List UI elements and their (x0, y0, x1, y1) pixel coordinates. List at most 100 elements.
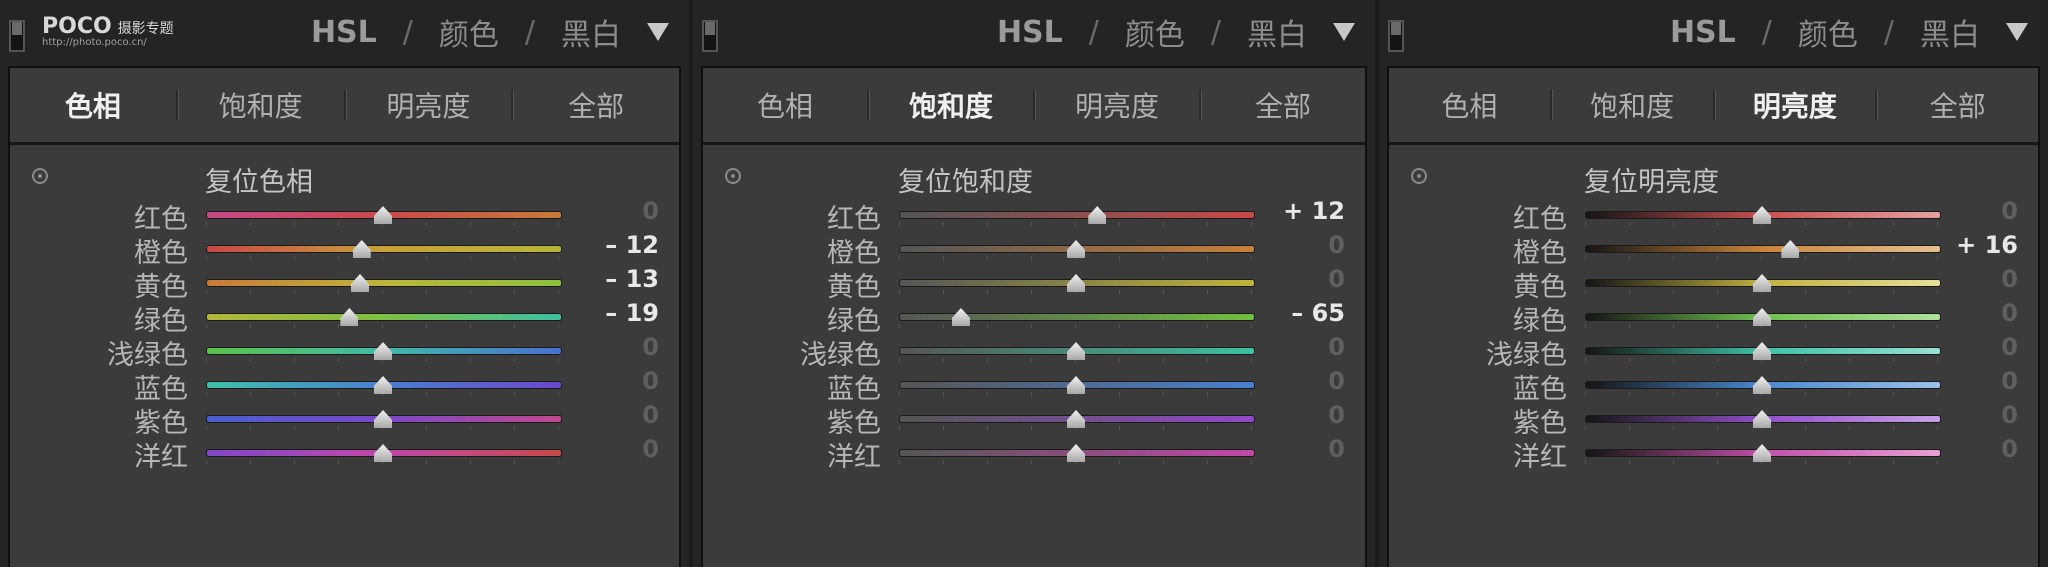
slider-thumb[interactable] (1781, 240, 1800, 258)
header-bw-tab[interactable]: 黑白 (561, 10, 621, 54)
slider-value[interactable]: 0 (2001, 197, 2018, 225)
panel-toggle[interactable] (9, 20, 25, 52)
slider-thumb[interactable] (1067, 274, 1085, 292)
hsl-panel: HSL / 颜色 / 黑白 色相 饱和度 明亮度 全部 复位饱和度 红色 + 12 橙色 0 黄色 0 绿色 – … (693, 0, 1375, 567)
slider-thumb[interactable] (1753, 444, 1771, 462)
sub-tab[interactable]: 明亮度 (1035, 85, 1199, 125)
header-color-tab[interactable]: 颜色 (1798, 10, 1858, 54)
slider-thumb[interactable] (1753, 206, 1771, 224)
slider-thumb[interactable] (1753, 410, 1771, 428)
slider-track[interactable] (1585, 245, 1941, 253)
sub-tab[interactable]: 饱和度 (178, 85, 344, 125)
slider-thumb[interactable] (1753, 376, 1771, 394)
header-separator: / (1088, 14, 1099, 50)
slider-row: 洋红 0 (703, 429, 1365, 473)
slider-value[interactable]: 0 (2001, 265, 2018, 293)
slider-thumb[interactable] (1753, 308, 1771, 326)
slider-thumb[interactable] (1067, 342, 1085, 360)
collapse-triangle-icon[interactable] (2006, 23, 2028, 41)
hsl-inner-panel: 色相 饱和度 明亮度 全部 复位色相 红色 0 橙色 – 12 黄色 – 13 绿色 – 19 浅绿色 0 蓝… (8, 66, 681, 567)
header-hsl-tab[interactable]: HSL (997, 15, 1063, 50)
panel-header: HSL / 颜色 / 黑白 (997, 10, 1355, 54)
sub-tab[interactable]: 色相 (1389, 85, 1550, 125)
slider-value[interactable]: 0 (2001, 401, 2018, 429)
slider-thumb[interactable] (1088, 206, 1107, 224)
slider-value[interactable]: + 16 (1956, 231, 2018, 259)
slider-thumb[interactable] (374, 206, 392, 224)
sub-tabs: 色相 饱和度 明亮度 全部 (703, 68, 1365, 145)
header-color-tab[interactable]: 颜色 (1125, 10, 1185, 54)
target-adjust-icon[interactable] (1411, 168, 1427, 184)
slider-value[interactable]: 0 (1328, 265, 1345, 293)
sub-tab[interactable]: 全部 (1877, 85, 2038, 125)
slider-thumb[interactable] (1753, 274, 1771, 292)
slider-thumb[interactable] (352, 240, 371, 258)
slider-track[interactable] (206, 313, 562, 321)
sub-tab[interactable]: 明亮度 (1715, 85, 1876, 125)
header-color-tab[interactable]: 颜色 (439, 10, 499, 54)
slider-value[interactable]: 0 (2001, 435, 2018, 463)
collapse-triangle-icon[interactable] (647, 23, 669, 41)
panel-toggle[interactable] (1388, 20, 1404, 52)
slider-thumb[interactable] (1067, 444, 1085, 462)
slider-value[interactable]: + 12 (1283, 197, 1345, 225)
target-adjust-icon[interactable] (725, 168, 741, 184)
slider-value[interactable]: 0 (1328, 231, 1345, 259)
slider-thumb[interactable] (350, 274, 369, 292)
slider-track[interactable] (206, 245, 562, 253)
slider-value[interactable]: 0 (1328, 435, 1345, 463)
collapse-triangle-icon[interactable] (1333, 23, 1355, 41)
slider-value[interactable]: 0 (1328, 401, 1345, 429)
header-bw-tab[interactable]: 黑白 (1920, 10, 1980, 54)
slider-value[interactable]: 0 (642, 197, 659, 225)
sub-tab[interactable]: 饱和度 (869, 85, 1033, 125)
slider-thumb[interactable] (1067, 376, 1085, 394)
slider-thumb[interactable] (374, 342, 392, 360)
slider-thumb[interactable] (374, 410, 392, 428)
slider-thumb[interactable] (374, 376, 392, 394)
sub-tab[interactable]: 色相 (10, 85, 176, 125)
watermark-url: http://photo.poco.cn/ (42, 37, 147, 48)
sub-tabs: 色相 饱和度 明亮度 全部 (1389, 68, 2038, 145)
slider-value[interactable]: – 13 (605, 265, 659, 293)
header-separator: / (1883, 14, 1894, 50)
sub-tab[interactable]: 全部 (1201, 85, 1365, 125)
header-hsl-tab[interactable]: HSL (311, 15, 377, 50)
slider-value[interactable]: 0 (2001, 299, 2018, 327)
slider-value[interactable]: 0 (2001, 367, 2018, 395)
panel-toggle[interactable] (702, 20, 718, 52)
slider-thumb[interactable] (374, 444, 392, 462)
sub-tab[interactable]: 饱和度 (1552, 85, 1713, 125)
slider-thumb[interactable] (340, 308, 359, 326)
slider-thumb[interactable] (1753, 342, 1771, 360)
watermark-title: 摄影专题 (117, 21, 174, 37)
slider-value[interactable]: – 12 (605, 231, 659, 259)
slider-value[interactable]: 0 (2001, 333, 2018, 361)
header-hsl-tab[interactable]: HSL (1670, 15, 1736, 50)
slider-value[interactable]: 0 (642, 435, 659, 463)
panel-header: HSL / 颜色 / 黑白 (1670, 10, 2028, 54)
slider-track[interactable] (206, 279, 562, 287)
slider-track[interactable] (899, 211, 1255, 219)
sub-tabs: 色相 饱和度 明亮度 全部 (10, 68, 679, 145)
hsl-panel: POCO 摄影专题 http://photo.poco.cn/HSL / 颜色 / 黑白 色相… (0, 0, 689, 567)
slider-value[interactable]: – 19 (605, 299, 659, 327)
slider-value[interactable]: 0 (642, 367, 659, 395)
hsl-panel: HSL / 颜色 / 黑白 色相 饱和度 明亮度 全部 复位明亮度 红色 0 橙色 + 16 黄色 0 绿色 0 浅… (1379, 0, 2048, 567)
slider-label: 洋红 (827, 442, 881, 473)
slider-thumb[interactable] (1067, 240, 1085, 258)
header-bw-tab[interactable]: 黑白 (1247, 10, 1307, 54)
panel-header: HSL / 颜色 / 黑白 (311, 10, 669, 54)
header-separator: / (524, 14, 535, 50)
sub-tab[interactable]: 全部 (513, 85, 679, 125)
slider-value[interactable]: 0 (642, 333, 659, 361)
slider-thumb[interactable] (1067, 410, 1085, 428)
sub-tab[interactable]: 明亮度 (346, 85, 512, 125)
slider-value[interactable]: 0 (1328, 367, 1345, 395)
slider-value[interactable]: – 65 (1291, 299, 1345, 327)
sub-tab[interactable]: 色相 (703, 85, 867, 125)
target-adjust-icon[interactable] (32, 168, 48, 184)
slider-value[interactable]: 0 (642, 401, 659, 429)
slider-value[interactable]: 0 (1328, 333, 1345, 361)
slider-thumb[interactable] (951, 308, 970, 326)
